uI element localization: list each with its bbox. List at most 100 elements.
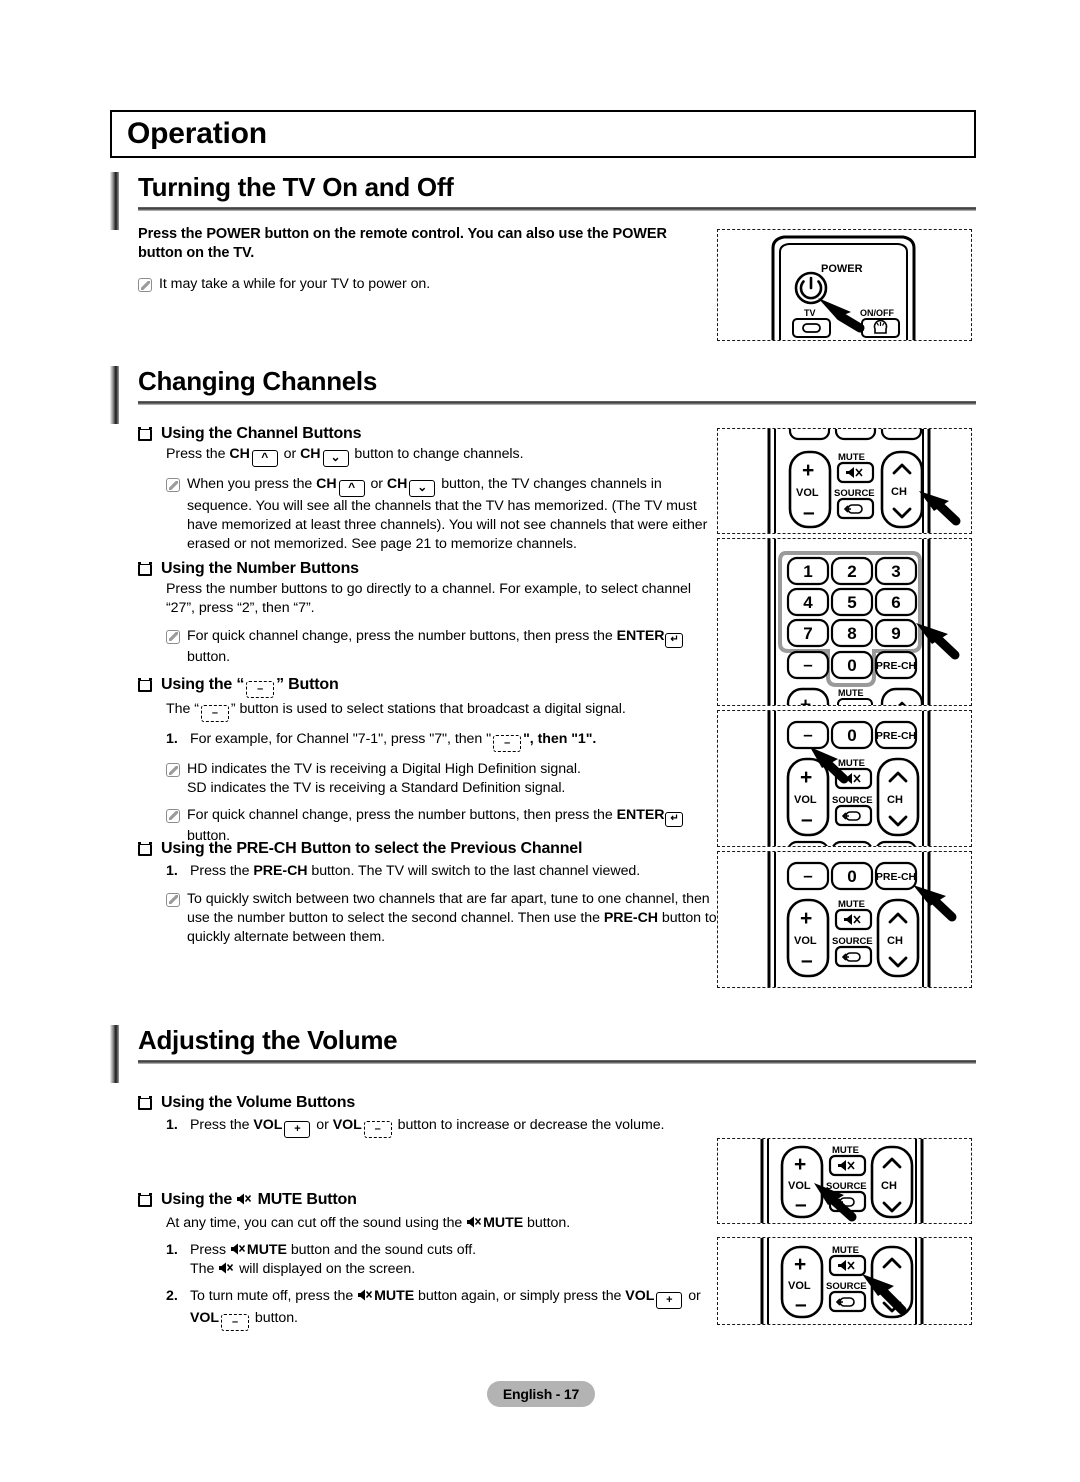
- svg-text:MUTE: MUTE: [838, 452, 865, 463]
- svg-text:–: –: [803, 655, 812, 674]
- text-fragment: Press the: [166, 446, 230, 462]
- text-fragment: button.: [523, 1215, 571, 1231]
- text-fragment: button to increase or decrease the volum…: [393, 1117, 665, 1133]
- text-fragment: button. The TV will switch to the last c…: [307, 863, 641, 879]
- section-heading: Turning the TV On and Off: [138, 172, 454, 202]
- number-buttons-block: Using the Number Buttons Press the numbe…: [137, 560, 713, 667]
- checkbox-icon: [137, 1193, 153, 1207]
- enter-key-icon: ↵: [665, 811, 684, 827]
- footer-page-badge: English - 17: [487, 1381, 595, 1407]
- text-fragment: Using the: [161, 1191, 237, 1208]
- step-text: To turn mute off, press the MUTE button …: [190, 1287, 718, 1331]
- remote-volume-svg: + VOL – MUTE SOURCE CH: [760, 1139, 924, 1223]
- mute-label: MUTE: [246, 1241, 287, 1258]
- vol-down-key: –: [363, 1121, 392, 1138]
- mute-icon: [467, 1215, 482, 1229]
- text-fragment: button.: [251, 1309, 298, 1326]
- text-fragment: For example, for Channel "7-1", press "7…: [190, 731, 492, 747]
- section-accent-bar: [110, 172, 119, 230]
- vol-up-key: +: [284, 1121, 311, 1138]
- note-icon: [166, 892, 180, 907]
- note-text: It may take a while for your TV to power…: [159, 276, 431, 293]
- section-rule: [138, 401, 976, 405]
- mute-button-block: Using the MUTE Button At any time, you c…: [137, 1191, 718, 1331]
- note-row: To quickly switch between two channels t…: [166, 890, 718, 947]
- remote-diagram-channel: + VOL – MUTE SOURCE CH: [717, 428, 972, 534]
- svg-text:+: +: [794, 1253, 806, 1276]
- remote-diagram-mute: + VOL – MUTE SOURCE: [717, 1237, 972, 1325]
- svg-text:–: –: [803, 866, 812, 885]
- svg-text:7: 7: [803, 624, 812, 643]
- svg-text:POWER: POWER: [821, 263, 863, 275]
- mute-icon: [230, 1242, 246, 1256]
- checkbox-icon: [137, 427, 153, 441]
- vol-down-key: –: [221, 1313, 250, 1331]
- svg-text:SOURCE: SOURCE: [826, 1281, 867, 1292]
- text-fragment: MUTE Button: [253, 1191, 357, 1208]
- step-number: 1.: [166, 731, 178, 747]
- vol-label: VOL: [332, 1117, 362, 1133]
- step-number: 2.: [166, 1287, 178, 1304]
- text-fragment: HD indicates the TV is receiving a Digit…: [187, 761, 581, 777]
- subheading-label: Using the “–” Button: [161, 676, 339, 698]
- dash-button-block: Using the “–” Button The “–” button is u…: [137, 676, 713, 846]
- text-fragment: button again, or simply press the: [414, 1287, 626, 1304]
- step-text: Press the VOL + or VOL – button to increas…: [190, 1116, 713, 1138]
- section-rule: [138, 1060, 976, 1064]
- ch-label: CH: [229, 446, 250, 462]
- mute-label: MUTE: [483, 1215, 524, 1231]
- text-fragment: button.: [187, 648, 231, 665]
- svg-text:CH: CH: [887, 794, 903, 806]
- svg-text:+: +: [794, 1153, 806, 1176]
- svg-text:VOL: VOL: [788, 1280, 811, 1292]
- svg-text:–: –: [803, 501, 815, 524]
- text-fragment: Using the “: [161, 676, 245, 693]
- svg-text:MUTE: MUTE: [832, 1145, 859, 1156]
- note-icon: [166, 808, 180, 823]
- step-text: Press MUTE button and the sound cuts off…: [190, 1241, 718, 1279]
- note-icon: [166, 629, 180, 644]
- enter-key-icon: ↵: [665, 632, 684, 648]
- section-accent-bar: [110, 366, 119, 424]
- svg-text:VOL: VOL: [796, 487, 819, 499]
- note-row: It may take a while for your TV to power…: [138, 275, 713, 294]
- svg-text:0: 0: [847, 656, 856, 675]
- section-heading: Adjusting the Volume: [138, 1025, 398, 1055]
- svg-text:CH: CH: [881, 1180, 897, 1192]
- text-fragment: SD indicates the TV is receiving a Stand…: [187, 779, 566, 796]
- svg-text:MUTE: MUTE: [838, 758, 865, 769]
- remote-keypad-svg: 1 2 3 4 5 6 7 8 9 – 0 PRE-CH + MUTE: [767, 539, 960, 705]
- vol-label: VOL: [625, 1287, 655, 1304]
- enter-label: ENTER: [616, 806, 665, 823]
- svg-text:–: –: [795, 1293, 807, 1316]
- svg-text:–: –: [801, 808, 813, 831]
- section-turning-tv-on-off: Turning the TV On and Off: [110, 172, 976, 232]
- svg-text:MUTE: MUTE: [838, 899, 865, 910]
- subheading-dash-button: Using the “–” Button: [137, 676, 713, 698]
- svg-text:TV: TV: [804, 308, 816, 318]
- note-text: HD indicates the TV is receiving a Digit…: [187, 760, 713, 798]
- text-fragment: ” Button: [276, 676, 339, 693]
- note-row: HD indicates the TV is receiving a Digit…: [166, 760, 713, 798]
- remote-channel-svg: + VOL – MUTE SOURCE CH: [767, 429, 961, 533]
- section-adjusting-volume: Adjusting the Volume: [110, 1025, 976, 1085]
- subheading-label: Using the Volume Buttons: [161, 1094, 356, 1111]
- enter-label: ENTER: [616, 627, 665, 644]
- svg-text:0: 0: [847, 726, 856, 745]
- text-fragment: The “: [166, 701, 199, 717]
- svg-text:SOURCE: SOURCE: [832, 795, 873, 806]
- step-row: 1. Press the VOL + or VOL – button to incr…: [166, 1116, 713, 1138]
- checkbox-icon: [137, 842, 153, 856]
- text-fragment: To turn mute off, press the: [190, 1287, 358, 1304]
- text-fragment: For quick channel change, press the numb…: [187, 627, 617, 644]
- subheading-label: Using the Channel Buttons: [161, 425, 362, 442]
- section-rule: [138, 207, 976, 211]
- note-icon: [166, 763, 180, 777]
- svg-text:SOURCE: SOURCE: [832, 936, 873, 947]
- volume-buttons-block: Using the Volume Buttons 1. Press the VO…: [137, 1094, 713, 1138]
- svg-text:–: –: [795, 1193, 807, 1216]
- svg-text:+: +: [802, 459, 814, 482]
- svg-text:6: 6: [891, 593, 900, 612]
- channel-buttons-line1: Press the CH ^ or CH ⌄ button to change ch…: [166, 445, 713, 467]
- mute-body: At any time, you can cut off the sound u…: [166, 1214, 718, 1233]
